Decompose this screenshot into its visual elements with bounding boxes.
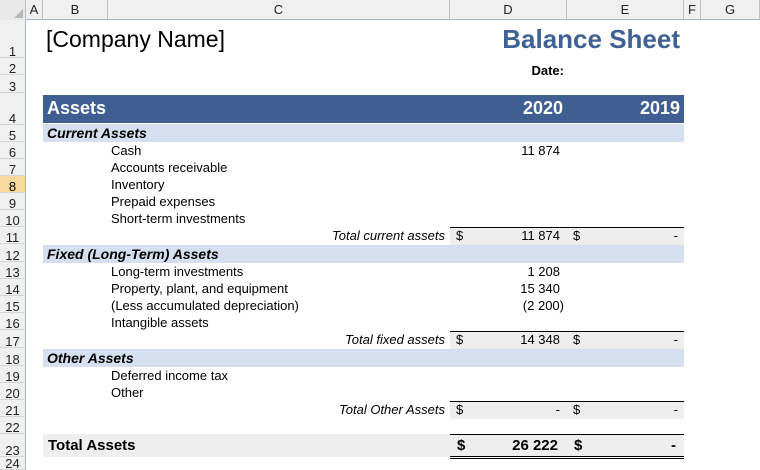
column-header-g[interactable]: G bbox=[701, 0, 760, 20]
total-assets-top-border bbox=[450, 434, 684, 435]
column-header-e[interactable]: E bbox=[567, 0, 684, 20]
item-intangible-assets-label[interactable]: Intangible assets bbox=[111, 315, 209, 330]
total-assets-label[interactable]: Total Assets bbox=[48, 437, 136, 454]
row-header-5[interactable]: 5 bbox=[0, 125, 26, 142]
item-property-plant-equipment-label[interactable]: Property, plant, and equipment bbox=[111, 281, 288, 296]
year-2019-heading[interactable]: 2019 bbox=[567, 98, 680, 119]
row-header-14[interactable]: 14 bbox=[0, 279, 26, 296]
item-cash-label[interactable]: Cash bbox=[111, 143, 141, 158]
item-long-term-investments-2020[interactable]: 1 208 bbox=[450, 264, 560, 279]
item-accumulated-depreciation-label[interactable]: (Less accumulated depreciation) bbox=[111, 298, 299, 313]
row-header-17[interactable]: 17 bbox=[0, 330, 26, 348]
row-header-10[interactable]: 10 bbox=[0, 210, 26, 227]
row-header-8[interactable]: 8 bbox=[0, 176, 26, 193]
total-other-assets-label[interactable]: Total Other Assets bbox=[40, 402, 445, 417]
current-assets-heading[interactable]: Current Assets bbox=[47, 125, 147, 141]
row-header-1[interactable]: 1 bbox=[0, 20, 26, 58]
item-cash-2020[interactable]: 11 874 bbox=[450, 143, 560, 158]
total-other-2019[interactable]: - bbox=[570, 402, 678, 417]
row-header-4[interactable]: 4 bbox=[0, 93, 26, 125]
item-short-term-investments-label[interactable]: Short-term investments bbox=[111, 211, 245, 226]
item-inventory-label[interactable]: Inventory bbox=[111, 177, 164, 192]
row-header-3[interactable]: 3 bbox=[0, 75, 26, 93]
year-2020-heading[interactable]: 2020 bbox=[450, 98, 563, 119]
row-header-15[interactable]: 15 bbox=[0, 296, 26, 313]
row-header-16[interactable]: 16 bbox=[0, 313, 26, 330]
row-header-11[interactable]: 11 bbox=[0, 227, 26, 244]
column-header-f[interactable]: F bbox=[684, 0, 701, 20]
total-current-assets-label[interactable]: Total current assets bbox=[40, 228, 445, 243]
row-header-7[interactable]: 7 bbox=[0, 159, 26, 176]
column-header-bar: A B C D E F G bbox=[0, 0, 760, 20]
row-header-21[interactable]: 21 bbox=[0, 400, 26, 417]
assets-heading[interactable]: Assets bbox=[47, 98, 106, 119]
row-header-6[interactable]: 6 bbox=[0, 142, 26, 159]
row-header-13[interactable]: 13 bbox=[0, 262, 26, 279]
column-header-d[interactable]: D bbox=[450, 0, 567, 20]
other-assets-band bbox=[43, 349, 684, 367]
row-header-2[interactable]: 2 bbox=[0, 58, 26, 75]
other-assets-heading[interactable]: Other Assets bbox=[47, 350, 134, 366]
total-fixed-2020[interactable]: 14 348 bbox=[450, 332, 560, 347]
select-all-corner[interactable] bbox=[0, 0, 26, 20]
total-current-2020[interactable]: 11 874 bbox=[450, 228, 560, 243]
row-header-18[interactable]: 18 bbox=[0, 348, 26, 366]
total-fixed-assets-label[interactable]: Total fixed assets bbox=[40, 332, 445, 347]
item-accounts-receivable-label[interactable]: Accounts receivable bbox=[111, 160, 227, 175]
row-header-12[interactable]: 12 bbox=[0, 244, 26, 262]
row-header-19[interactable]: 19 bbox=[0, 366, 26, 383]
item-property-plant-equipment-2020[interactable]: 15 340 bbox=[450, 281, 560, 296]
total-fixed-2019[interactable]: - bbox=[570, 332, 678, 347]
total-current-2019[interactable]: - bbox=[570, 228, 678, 243]
fixed-assets-heading[interactable]: Fixed (Long-Term) Assets bbox=[47, 246, 219, 262]
item-other-label[interactable]: Other bbox=[111, 385, 144, 400]
row-header-24[interactable]: 24 bbox=[0, 457, 26, 470]
column-header-b[interactable]: B bbox=[43, 0, 108, 20]
sheet-title[interactable]: Balance Sheet bbox=[450, 24, 680, 55]
column-header-c[interactable]: C bbox=[108, 0, 450, 20]
item-long-term-investments-label[interactable]: Long-term investments bbox=[111, 264, 243, 279]
row-header-22[interactable]: 22 bbox=[0, 417, 26, 434]
total-assets-double-underline bbox=[450, 456, 684, 459]
item-prepaid-expenses-label[interactable]: Prepaid expenses bbox=[111, 194, 215, 209]
row-header-20[interactable]: 20 bbox=[0, 383, 26, 400]
total-assets-2019[interactable]: - bbox=[568, 437, 676, 454]
total-assets-2020[interactable]: 26 222 bbox=[448, 437, 558, 454]
column-header-a[interactable]: A bbox=[26, 0, 43, 20]
company-name[interactable]: [Company Name] bbox=[46, 26, 225, 53]
item-deferred-income-tax-label[interactable]: Deferred income tax bbox=[111, 368, 228, 383]
row-header-9[interactable]: 9 bbox=[0, 193, 26, 210]
total-other-2020[interactable]: - bbox=[450, 402, 560, 417]
date-label[interactable]: Date: bbox=[450, 63, 564, 78]
item-accumulated-depreciation-2020[interactable]: (2 200) bbox=[454, 298, 564, 313]
row-header-23[interactable]: 23 bbox=[0, 434, 26, 457]
